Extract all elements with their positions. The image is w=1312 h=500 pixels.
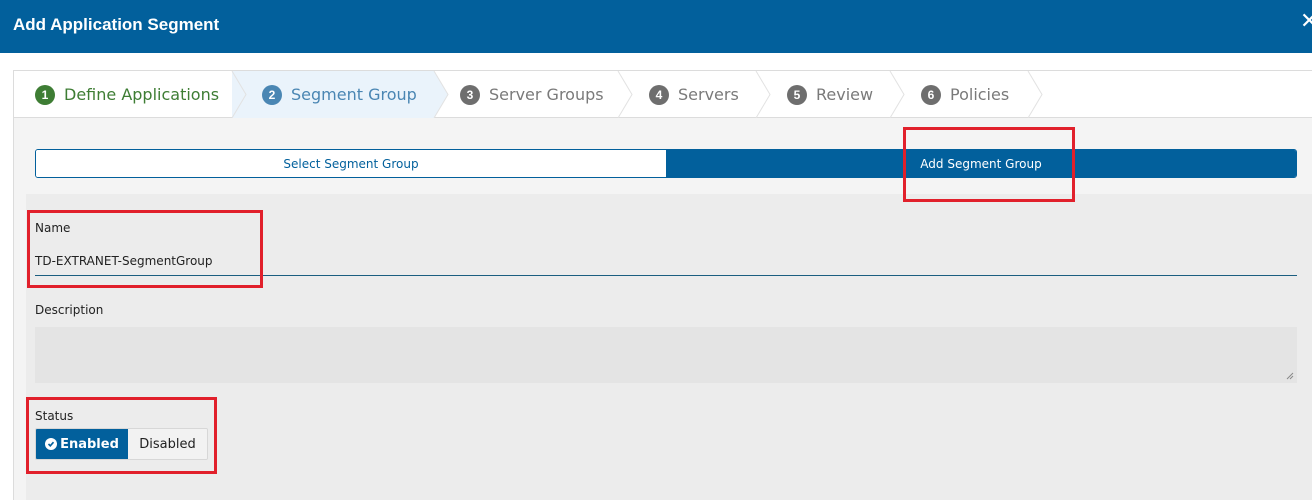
wizard-steps: 1 Define Applications 2 Segment Group 3 … [14, 71, 1312, 118]
step-label: Define Applications [64, 85, 220, 104]
step-number-1: 1 [35, 84, 55, 105]
dialog-title: Add Application Segment [13, 15, 220, 34]
resize-handle-icon[interactable] [1286, 372, 1294, 380]
step-label: Policies [950, 85, 1010, 104]
step-number-6: 6 [921, 84, 941, 105]
step-separator-icon [430, 71, 449, 118]
step-server-groups[interactable]: 3 Server Groups [460, 71, 604, 118]
step-label: Server Groups [489, 85, 604, 104]
step-number-5: 5 [787, 84, 807, 105]
highlight-box-status [26, 397, 217, 474]
step-define-applications[interactable]: 1 Define Applications [35, 71, 219, 118]
step-separator-icon [889, 71, 905, 118]
select-segment-group-button[interactable]: Select Segment Group [36, 150, 666, 177]
description-textarea[interactable] [35, 327, 1297, 383]
highlight-box-add-segment-group [903, 127, 1075, 202]
highlight-box-name [27, 210, 263, 288]
step-review[interactable]: 5 Review [787, 71, 873, 118]
step-number-3: 3 [460, 84, 480, 105]
step-policies[interactable]: 6 Policies [921, 71, 1009, 118]
step-separator-icon [1027, 71, 1043, 118]
step-separator-icon [231, 71, 247, 118]
step-number-2: 2 [262, 84, 282, 105]
step-segment-group[interactable]: 2 Segment Group [262, 71, 417, 118]
close-icon[interactable]: ✕ [1300, 11, 1312, 33]
step-separator-icon [617, 71, 633, 118]
segment-group-mode-toggle: Select Segment Group Add Segment Group [35, 149, 1297, 178]
dialog-header: Add Application Segment ✕ [0, 0, 1312, 53]
step-label: Servers [678, 85, 739, 104]
step-separator-icon [755, 71, 771, 118]
step-label: Segment Group [291, 85, 417, 104]
step-servers[interactable]: 4 Servers [649, 71, 739, 118]
step-number-4: 4 [649, 84, 669, 105]
step-label: Review [816, 85, 874, 104]
description-label: Description [35, 303, 104, 317]
